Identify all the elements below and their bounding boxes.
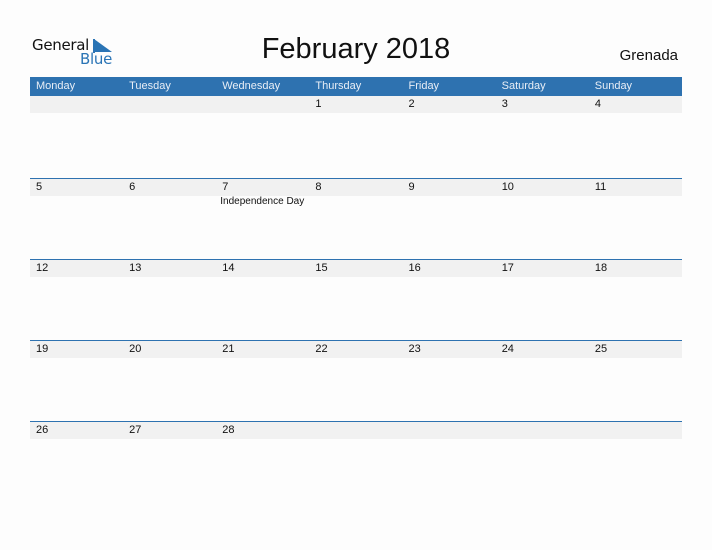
weekday-monday: Monday [36, 80, 76, 92]
day-number: 6 [129, 181, 136, 193]
day-cell: 18 [589, 260, 682, 341]
day-number: 15 [315, 262, 328, 274]
day-number: 16 [408, 262, 421, 274]
weekday-thursday: Thursday [315, 80, 362, 92]
day-cell: 22 [309, 341, 402, 422]
day-cell: 24 [496, 341, 589, 422]
day-cell: 15 [309, 260, 402, 341]
day-cell: 26 [30, 422, 123, 503]
calendar-title: February 2018 [261, 33, 451, 65]
day-number: 27 [129, 424, 142, 436]
day-cell: 2 [403, 96, 496, 177]
day-cell: 6 [123, 179, 216, 260]
weekday-header: Monday Tuesday Wednesday Thursday Friday… [30, 77, 682, 96]
day-cell: 1 [309, 96, 402, 177]
day-number: 3 [501, 98, 508, 110]
day-cell: 8 [309, 179, 402, 260]
day-number: 25 [594, 343, 608, 355]
day-cell: 28 [216, 422, 309, 503]
weekday-friday: Friday [408, 80, 440, 92]
holiday-label: Independence Day [220, 196, 305, 207]
day-cell: 13 [123, 260, 216, 341]
day-number: 5 [36, 181, 43, 193]
day-number: 4 [594, 98, 601, 110]
day-cell: 25 [589, 341, 682, 422]
day-number: 8 [315, 181, 322, 193]
country-label: Grenada [619, 47, 678, 64]
day-number: 18 [594, 262, 608, 274]
week-row: 12 13 14 15 16 17 18 [30, 259, 682, 341]
day-number: 14 [222, 262, 235, 274]
day-number: 2 [408, 98, 415, 110]
weekday-saturday: Saturday [501, 80, 546, 92]
day-cell [123, 96, 216, 177]
day-cell: 9 [403, 179, 496, 260]
day-number: 22 [315, 343, 328, 355]
day-cell: 11 [589, 179, 682, 260]
day-cell: 27 [123, 422, 216, 503]
day-cell: 17 [496, 260, 589, 341]
day-cell: 16 [403, 260, 496, 341]
week-row: 1 2 3 4 [30, 96, 682, 177]
day-number: 9 [408, 181, 415, 193]
day-cell: 20 [123, 341, 216, 422]
day-cell [216, 96, 309, 177]
day-cell: 5 [30, 179, 123, 260]
day-cell: 19 [30, 341, 123, 422]
weekday-tuesday: Tuesday [129, 80, 171, 92]
day-cell: 23 [403, 341, 496, 422]
day-number: 17 [501, 262, 514, 274]
day-number: 12 [36, 262, 49, 274]
day-cell [403, 422, 496, 503]
day-cell [589, 422, 682, 503]
day-cell: 10 [496, 179, 589, 260]
day-number: 24 [501, 343, 514, 355]
day-cell: 7 Independence Day [216, 179, 309, 260]
day-cell: 12 [30, 260, 123, 341]
week-row: 5 6 7 Independence Day 8 9 10 11 [30, 178, 682, 260]
day-number: 21 [222, 343, 235, 355]
day-cell: 4 [589, 96, 682, 177]
week-row: 26 27 28 [30, 421, 682, 503]
day-number: 19 [36, 343, 49, 355]
day-number: 11 [594, 181, 607, 193]
day-cell: 14 [216, 260, 309, 341]
day-cell [309, 422, 402, 503]
day-cell [30, 96, 123, 177]
day-number: 1 [315, 98, 322, 110]
day-cell [496, 422, 589, 503]
day-cell: 3 [496, 96, 589, 177]
day-number: 7 [222, 181, 229, 193]
weekday-sunday: Sunday [594, 80, 633, 92]
week-row: 19 20 21 22 23 24 25 [30, 340, 682, 422]
day-number: 28 [222, 424, 235, 436]
day-number: 10 [501, 181, 514, 193]
weekday-wednesday: Wednesday [222, 80, 281, 92]
day-number: 13 [129, 262, 142, 274]
day-number: 23 [408, 343, 421, 355]
day-number: 26 [36, 424, 49, 436]
day-number: 20 [129, 343, 142, 355]
day-cell: 21 [216, 341, 309, 422]
